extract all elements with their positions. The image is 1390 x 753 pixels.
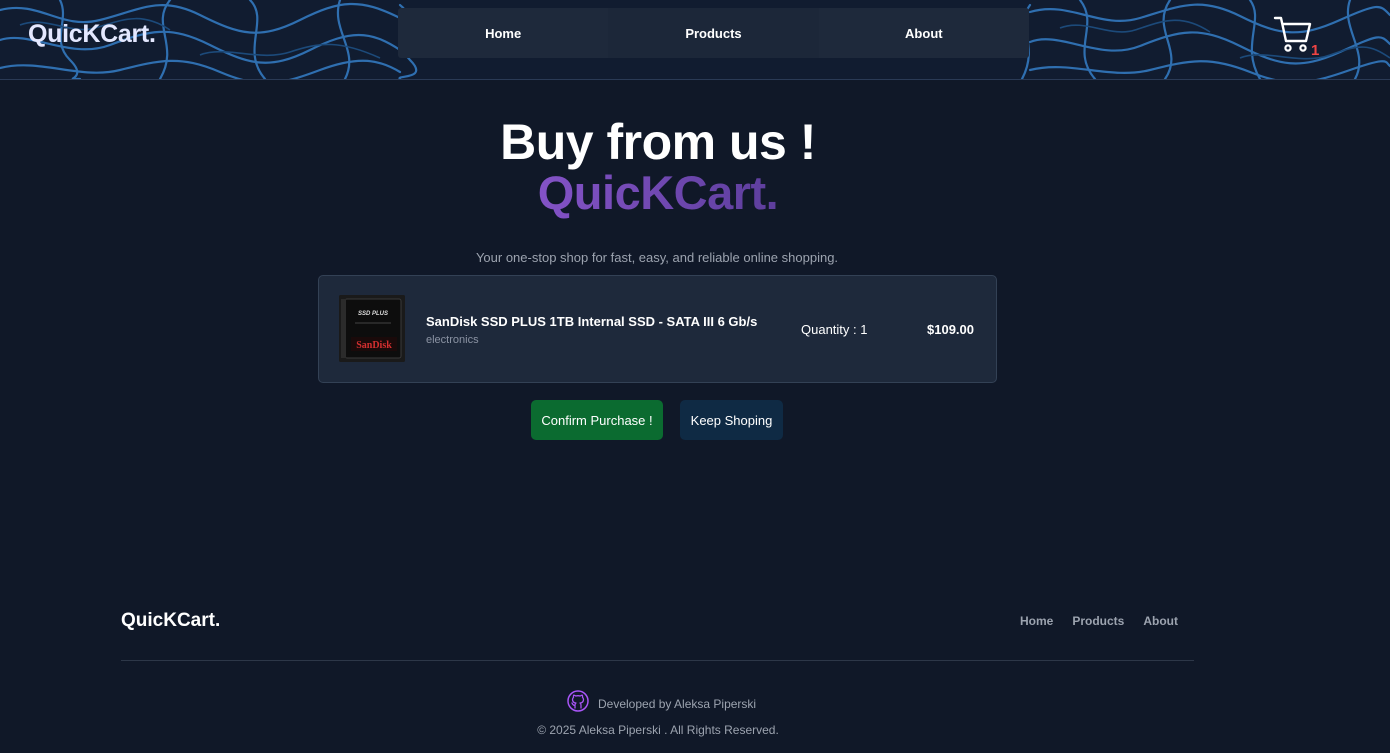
cart-count-badge: 1 (1311, 42, 1320, 59)
developer-credit: Developed by Aleksa Piperski (567, 690, 756, 717)
developer-link[interactable]: Developed by Aleksa Piperski (598, 697, 756, 711)
item-name: SanDisk SSD PLUS 1TB Internal SSD - SATA… (426, 314, 758, 329)
footer-brand[interactable]: QuicKCart. (121, 610, 220, 632)
site-header: QuicKCart. Home Products About 1 (0, 0, 1390, 80)
footer-nav: Home Products About (1020, 614, 1197, 628)
hero-brand: QuicKCart. (0, 165, 1316, 220)
keep-shopping-button[interactable]: Keep Shoping (680, 400, 783, 440)
nav-home[interactable]: Home (398, 8, 608, 58)
copyright: © 2025 Aleksa Piperski . All Rights Rese… (537, 723, 779, 737)
item-quantity: Quantity : 1 (801, 322, 868, 337)
footer-link-about[interactable]: About (1143, 614, 1178, 628)
confirm-purchase-button[interactable]: Confirm Purchase ! (531, 400, 663, 440)
hero-title: Buy from us ! (500, 114, 816, 170)
brand-dot: . (148, 20, 156, 48)
image-text-brand: SanDisk (356, 340, 392, 351)
main-nav: Home Products About (398, 8, 1029, 58)
shopping-cart-icon[interactable] (1273, 14, 1313, 54)
hero-tagline: Your one-stop shop for fast, easy, and r… (475, 250, 839, 265)
footer-link-products[interactable]: Products (1072, 614, 1124, 628)
item-price: $109.00 (927, 322, 974, 337)
footer-link-home[interactable]: Home (1020, 614, 1053, 628)
item-category: electronics (426, 334, 479, 346)
ssd-product-image: SSD PLUS SanDisk (339, 295, 405, 362)
brand-name: QuicKCart (28, 20, 149, 48)
brand-logo[interactable]: QuicKCart. (28, 20, 156, 49)
nav-products[interactable]: Products (608, 8, 819, 58)
image-text-top: SSD PLUS (358, 311, 388, 317)
github-icon[interactable] (567, 690, 589, 717)
cart-item: SSD PLUS SanDisk SanDisk SSD PLUS 1TB In… (318, 275, 997, 383)
nav-about[interactable]: About (819, 8, 1029, 58)
footer-divider (121, 660, 1194, 661)
